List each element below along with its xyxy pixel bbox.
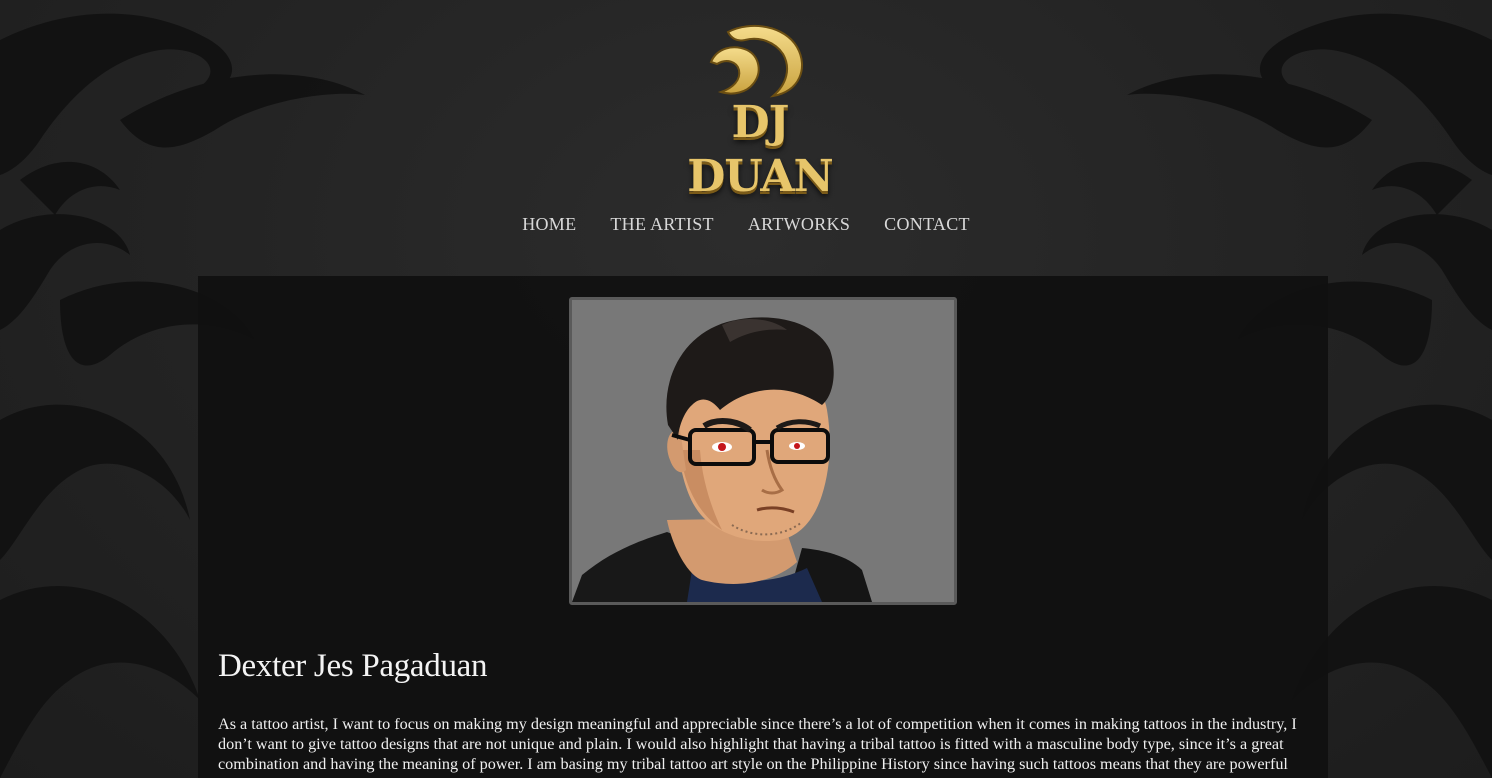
dj-monogram-icon	[709, 24, 803, 98]
site-logo[interactable]: DJ DUAN	[670, 22, 850, 202]
nav-the-artist[interactable]: THE ARTIST	[610, 214, 713, 235]
artist-bio: As a tattoo artist, I want to focus on m…	[218, 715, 1297, 773]
artist-portrait	[569, 297, 957, 605]
main-navigation: HOME THE ARTIST ARTWORKS CONTACT	[0, 214, 1492, 235]
nav-artworks[interactable]: ARTWORKS	[748, 214, 850, 235]
artist-name-heading: Dexter Jes Pagaduan	[218, 648, 488, 684]
nav-home[interactable]: HOME	[522, 214, 576, 235]
nav-contact[interactable]: CONTACT	[884, 214, 970, 235]
logo-wordmark: DJ DUAN	[687, 97, 834, 202]
page: DJ DUAN HOME THE ARTIST ARTWORKS CONTACT	[0, 0, 1492, 778]
artist-portrait-illustration	[572, 300, 954, 602]
site-header: DJ DUAN HOME THE ARTIST ARTWORKS CONTACT	[0, 0, 1492, 276]
artist-section: Dexter Jes Pagaduan As a tattoo artist, …	[198, 276, 1328, 778]
